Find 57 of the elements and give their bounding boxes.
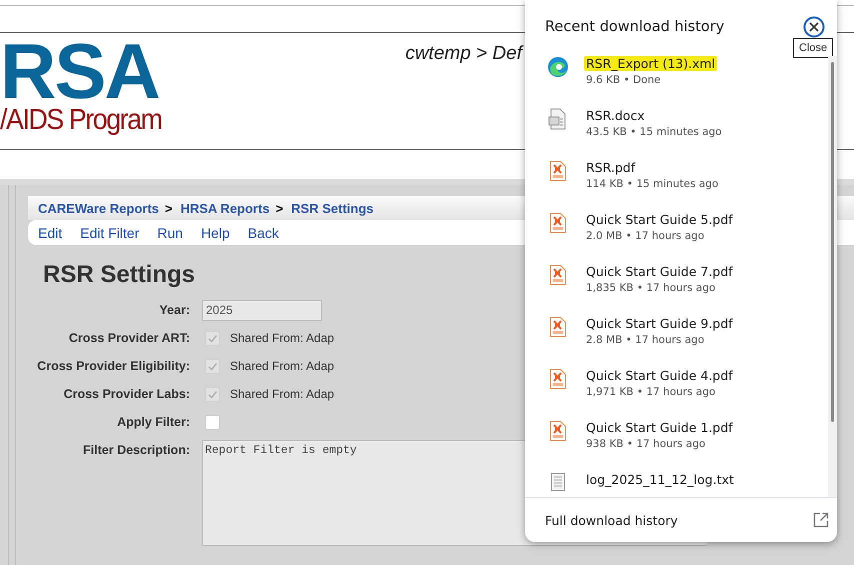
scrollbar-thumb[interactable] (831, 62, 834, 422)
external-link-icon[interactable] (813, 512, 829, 528)
checkmark-icon (207, 388, 218, 400)
shared-from-text: Shared From: Adap (230, 387, 334, 401)
file-details: 114 KB • 15 minutes ago (586, 178, 718, 190)
breadcrumb-link[interactable]: RSR Settings (291, 200, 374, 216)
close-icon[interactable] (803, 16, 825, 38)
logo-subtitle: /AIDS Program (0, 104, 162, 136)
file-name-link[interactable]: Quick Start Guide 5.pdf (586, 212, 733, 227)
menu-link[interactable]: Run (157, 224, 183, 240)
file-name-link[interactable]: Quick Start Guide 9.pdf (586, 316, 733, 331)
close-tooltip: Close (793, 38, 834, 58)
path-text: cwtemp > Def (405, 42, 522, 66)
field-label: Apply Filter: (116, 414, 190, 431)
file-details: 1,835 KB • 17 hours ago (586, 282, 716, 294)
file-name-link[interactable]: Quick Start Guide 7.pdf (586, 264, 733, 279)
menu-link[interactable]: Edit (38, 224, 62, 240)
file-name-link[interactable]: Quick Start Guide 4.pdf (586, 368, 733, 383)
checkbox[interactable] (205, 414, 220, 430)
year-field[interactable]: 2025 (202, 300, 322, 320)
menu-link[interactable]: Back (248, 224, 279, 240)
logo-wordmark: RSA (0, 38, 159, 104)
page-title: RSR Settings (43, 260, 196, 290)
full-history-link[interactable]: Full download history (545, 512, 678, 528)
file-name-link[interactable]: RSR.docx (586, 108, 722, 123)
pdf-file-icon (547, 368, 569, 390)
menu-link[interactable]: Help (200, 224, 230, 240)
field-label: Cross Provider Labs: (62, 386, 190, 403)
file-name-link[interactable]: RSR.pdf (586, 160, 718, 175)
edge-logo-icon (547, 56, 569, 78)
breadcrumb-link[interactable]: HRSA Reports (180, 200, 270, 216)
file-details: 2.8 MB • 17 hours ago (586, 334, 706, 346)
file-details: 938 KB • 17 hours ago (586, 438, 706, 450)
file-details: 9.6 KB • Done (586, 74, 662, 86)
checkmark-icon (207, 360, 218, 372)
pdf-file-icon (547, 212, 569, 234)
field-label: Filter Description: (82, 442, 190, 459)
field-label: Year: (158, 302, 190, 319)
shared-from-text: Shared From: Adap (230, 359, 334, 373)
field-label: Cross Provider ART: (68, 330, 190, 347)
pdf-file-icon (547, 420, 569, 442)
breadcrumb-separator: > (164, 200, 172, 216)
file-details: 1,971 KB • 17 hours ago (586, 386, 716, 398)
breadcrumb-link[interactable]: CAREWare Reports (38, 200, 159, 216)
file-details: 43.5 KB • 15 minutes ago (586, 126, 722, 138)
breadcrumb-separator: > (276, 200, 284, 216)
file-name-link[interactable]: Quick Start Guide 1.pdf (586, 420, 733, 435)
pdf-file-icon (547, 264, 569, 286)
field-label: Cross Provider Eligibility: (36, 358, 190, 375)
shared-from-text: Shared From: Adap (230, 331, 334, 345)
panel-title: Recent download history (545, 18, 724, 35)
pdf-file-icon (547, 160, 569, 182)
menu-link[interactable]: Edit Filter (80, 224, 140, 240)
pdf-file-icon (547, 316, 569, 338)
file-name-link[interactable]: RSR_Export (13).xml (584, 56, 718, 71)
file-details: 2.0 MB • 17 hours ago (586, 230, 706, 242)
checkmark-icon (207, 332, 218, 344)
